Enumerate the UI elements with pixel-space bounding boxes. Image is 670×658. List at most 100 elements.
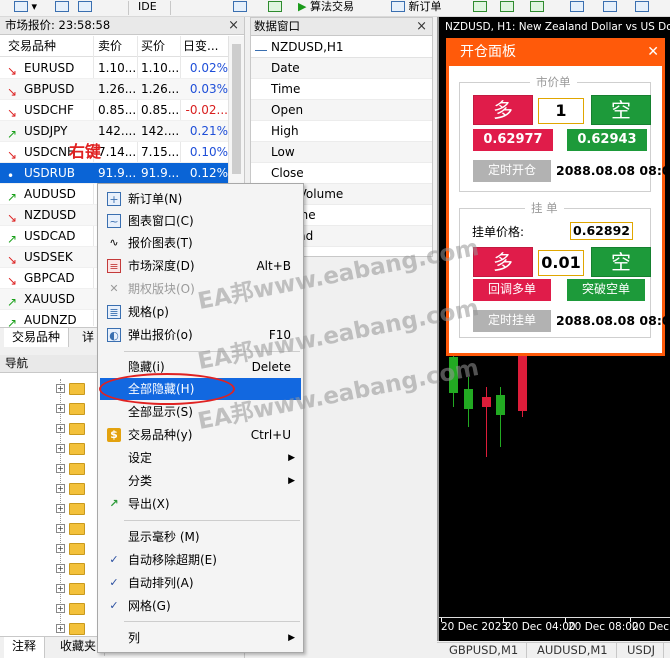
change-cell: 0.12% xyxy=(189,166,228,180)
navigator-folder[interactable]: + xyxy=(56,541,96,557)
menu-item[interactable]: 显示毫秒 (M) xyxy=(100,526,301,548)
menu-item[interactable]: ✓ 网格(G) xyxy=(100,595,301,617)
grid-icon[interactable] xyxy=(635,0,649,16)
pending-price-input[interactable]: 0.62892 xyxy=(570,222,633,240)
menu-item-label: 列 xyxy=(128,631,141,645)
navigator-folder[interactable]: + xyxy=(56,581,96,597)
navigator-folder[interactable]: + xyxy=(56,421,96,437)
expand-icon[interactable]: + xyxy=(56,504,65,513)
chart-tab-usdj[interactable]: USDJ xyxy=(619,643,664,658)
chart-tab-gbpusd[interactable]: GBPUSD,M1 xyxy=(441,643,528,658)
timed-pending-button[interactable]: 定时挂单 xyxy=(473,310,551,332)
pullback-buy-button[interactable]: 回调多单 xyxy=(473,279,551,301)
menu-item-shortcut: Delete xyxy=(251,360,291,374)
menu-item[interactable]: ✓ 自动移除超期(E) xyxy=(100,549,301,571)
buy-price[interactable]: 0.62977 xyxy=(473,129,553,151)
menu-item[interactable]: ~ 图表窗口(C) xyxy=(100,210,301,232)
menu-item[interactable]: ↗ 导出(X) xyxy=(100,493,301,515)
menu-item[interactable]: 分类 ▶ xyxy=(100,470,301,492)
expand-icon[interactable]: + xyxy=(56,624,65,633)
close-icon[interactable]: × xyxy=(416,18,427,35)
pending-sell-button[interactable]: 空 xyxy=(591,247,651,277)
line-chart-icon[interactable] xyxy=(530,0,544,16)
col-change[interactable]: 日变... xyxy=(183,36,228,56)
navigator-folder[interactable]: + xyxy=(56,481,96,497)
menu-item[interactable]: 列 ▶ xyxy=(100,627,301,649)
navigator-folder[interactable]: + xyxy=(56,461,96,477)
menu-separator xyxy=(124,621,300,622)
profiles-icon[interactable] xyxy=(55,0,69,16)
chart-tab-audusd[interactable]: AUDUSD,M1 xyxy=(529,643,617,658)
menu-item[interactable]: 全部隐藏(H) xyxy=(100,378,301,400)
navigator-folder[interactable]: + xyxy=(56,561,96,577)
menu-separator xyxy=(124,520,300,521)
market-watch-row[interactable]: • USDRUB 91.9... 91.9... 0.12% xyxy=(0,163,228,184)
menu-item[interactable]: 设定 ▶ xyxy=(100,447,301,469)
monitor-icon[interactable] xyxy=(233,0,247,16)
market-watch-row[interactable]: ↘ USDCNH 7.14... 7.15... 0.10% xyxy=(0,142,228,163)
expand-icon[interactable]: + xyxy=(56,524,65,533)
market-watch-row[interactable]: ↘ USDCHF 0.85... 0.85... -0.02... xyxy=(0,100,228,121)
globe-icon[interactable] xyxy=(268,0,282,16)
menu-item[interactable]: + 新订单(N) xyxy=(100,188,301,210)
check-icon: ✓ xyxy=(109,576,119,589)
close-icon[interactable]: × xyxy=(228,17,239,34)
expand-icon[interactable]: + xyxy=(56,604,65,613)
navigator-folder[interactable]: + xyxy=(56,601,96,617)
navigator-folder[interactable]: + xyxy=(56,401,96,417)
menu-item[interactable]: ◐ 弹出报价(o) F10 xyxy=(100,324,301,346)
col-ask[interactable]: 买价 xyxy=(141,36,179,56)
zoom-out-icon[interactable] xyxy=(603,0,617,16)
breakout-sell-button[interactable]: 突破空单 xyxy=(567,279,645,301)
expand-icon[interactable]: + xyxy=(56,444,65,453)
expand-icon[interactable]: + xyxy=(56,544,65,553)
expand-icon[interactable]: + xyxy=(56,384,65,393)
sell-price[interactable]: 0.62943 xyxy=(567,129,647,151)
menu-item[interactable]: ≡ 市场深度(D) Alt+B xyxy=(100,255,301,277)
symbol-cell: USDSEK xyxy=(24,250,73,264)
menu-item[interactable]: ≣ 规格(p) xyxy=(100,301,301,323)
navigator-folder[interactable]: + xyxy=(56,381,96,397)
market-watch-title: 市场报价: 23:58:58 × xyxy=(0,17,244,35)
new-chart-icon[interactable]: ▾ xyxy=(14,0,37,16)
market-watch-row[interactable]: ↘ GBPUSD 1.26... 1.26... 0.03% xyxy=(0,79,228,100)
timed-pending-datetime[interactable]: 2088.08.08 08:08 xyxy=(556,313,670,328)
bar-chart-icon[interactable] xyxy=(473,0,487,16)
pending-buy-button[interactable]: 多 xyxy=(473,247,533,277)
menu-item[interactable]: $ 交易品种(y) Ctrl+U xyxy=(100,424,301,446)
menu-item[interactable]: ✓ 自动排列(A) xyxy=(100,572,301,594)
close-icon[interactable]: ✕ xyxy=(647,38,659,66)
market-watch-row[interactable]: ↘ EURUSD 1.10... 1.10... 0.02% xyxy=(0,58,228,79)
expand-icon[interactable]: + xyxy=(56,484,65,493)
expand-icon[interactable]: + xyxy=(56,424,65,433)
algo-trading-button[interactable]: ▶ 算法交易 xyxy=(298,0,354,16)
col-bid[interactable]: 卖价 xyxy=(98,36,136,56)
tab-comments[interactable]: 注释 xyxy=(4,637,46,658)
ide-button[interactable]: IDE xyxy=(138,0,157,16)
market-watch-row[interactable]: ↗ USDJPY 142.... 142.... 0.21% xyxy=(0,121,228,142)
menu-item[interactable]: 全部显示(S) xyxy=(100,401,301,423)
expand-icon[interactable]: + xyxy=(56,584,65,593)
navigator-folder[interactable]: + xyxy=(56,501,96,517)
candles-icon[interactable] xyxy=(500,0,514,16)
zoom-in-icon[interactable] xyxy=(570,0,584,16)
buy-button[interactable]: 多 xyxy=(473,95,533,125)
tab-symbols[interactable]: 交易品种 xyxy=(4,328,70,347)
expand-icon[interactable]: + xyxy=(56,464,65,473)
timed-open-datetime[interactable]: 2088.08.08 08:08 xyxy=(556,163,670,178)
new-order-button[interactable]: 新订单 xyxy=(391,0,442,16)
lot-input[interactable]: 1 xyxy=(538,98,584,124)
menu-item[interactable]: 隐藏(i) Delete xyxy=(100,356,301,378)
expand-icon[interactable]: + xyxy=(56,564,65,573)
navigator-folder[interactable]: + xyxy=(56,621,96,637)
timed-open-button[interactable]: 定时开仓 xyxy=(473,160,551,182)
navigator-folder[interactable]: + xyxy=(56,441,96,457)
pending-lot-input[interactable]: 0.01 xyxy=(538,250,584,276)
menu-item[interactable]: ∿ 报价图表(T) xyxy=(100,232,301,254)
col-symbol[interactable]: 交易品种 xyxy=(8,36,76,56)
data-window-row: Date xyxy=(251,58,432,79)
expand-icon[interactable]: + xyxy=(56,404,65,413)
sell-button[interactable]: 空 xyxy=(591,95,651,125)
navigator-folder[interactable]: + xyxy=(56,521,96,537)
window-icon[interactable] xyxy=(78,0,92,16)
